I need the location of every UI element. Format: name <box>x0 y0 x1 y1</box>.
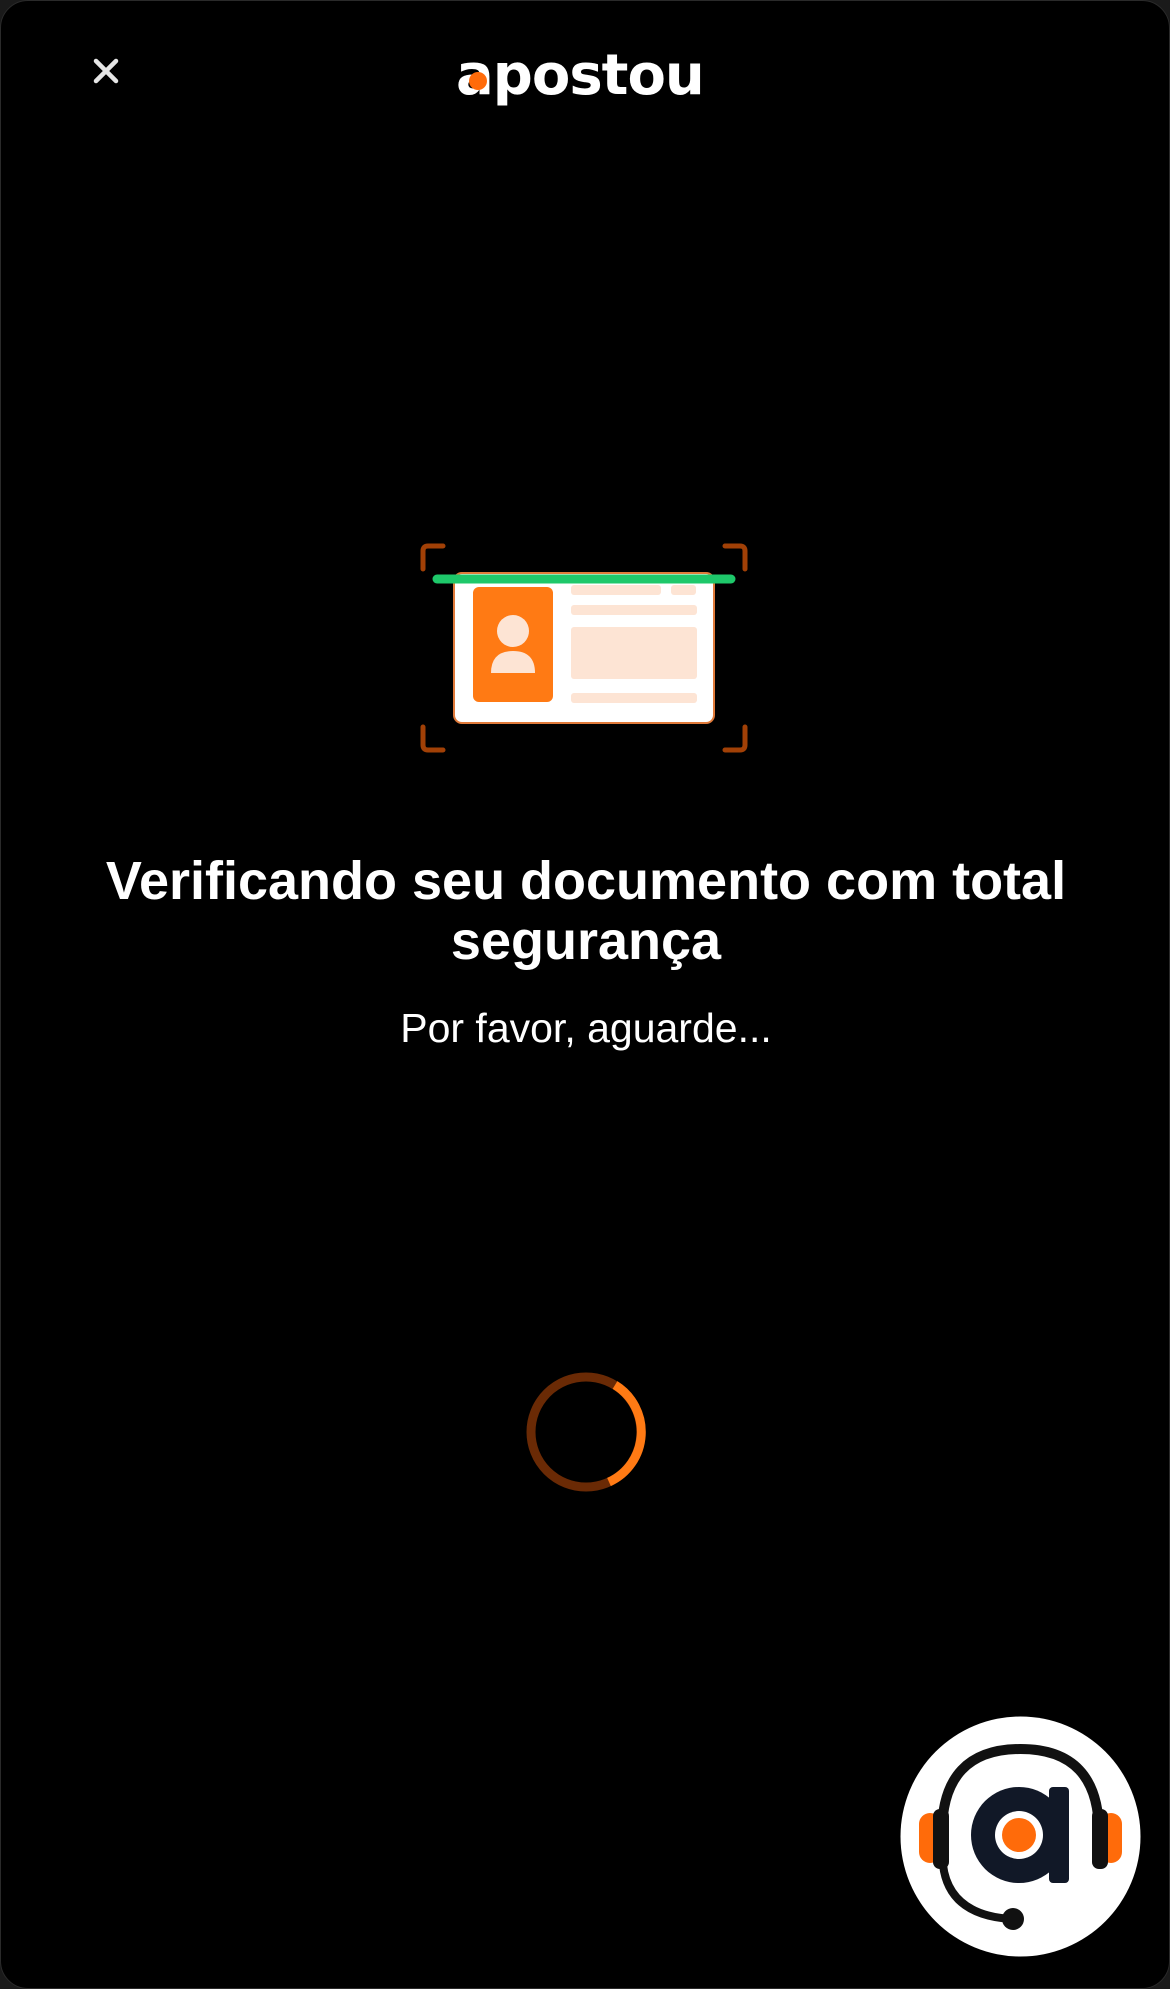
id-card-scan-icon <box>419 543 749 753</box>
page-subtitle: Por favor, aguarde... <box>400 1005 772 1051</box>
close-button[interactable] <box>86 51 126 91</box>
logo-text: apostou <box>456 49 704 108</box>
logo-dot <box>469 72 487 90</box>
loading-spinner-icon <box>524 1370 648 1494</box>
headset-support-icon <box>900 1716 1141 1957</box>
apostou-logo: apostou <box>456 49 716 119</box>
page-title: Verificando seu documento com total segu… <box>105 851 1067 971</box>
support-chat-button[interactable] <box>899 1715 1142 1958</box>
close-icon <box>93 58 119 84</box>
verification-screen: apostou Verificando seu documento com to… <box>0 0 1170 1989</box>
